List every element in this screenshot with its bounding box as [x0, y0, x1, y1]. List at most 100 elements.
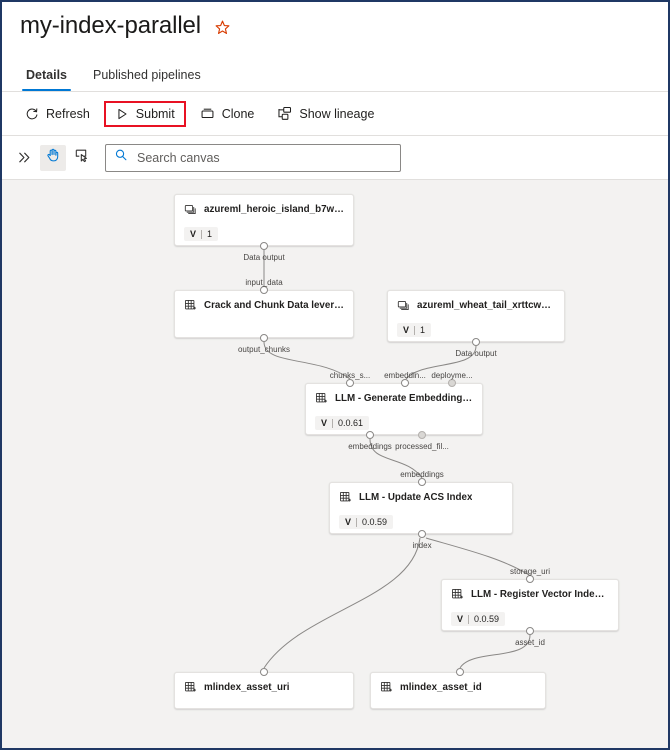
- component-icon: [380, 681, 393, 694]
- canvas-toolbar: [2, 136, 668, 180]
- node-port-label: asset_id: [515, 638, 545, 647]
- title-bar: my-index-parallel: [2, 2, 668, 50]
- version-glyph: V: [190, 229, 197, 239]
- page-title: my-index-parallel: [20, 12, 202, 39]
- graph-node-header: mlindex_asset_uri: [184, 681, 344, 694]
- edge: [425, 537, 530, 576]
- node-port[interactable]: [526, 575, 534, 583]
- refresh-label: Refresh: [46, 106, 90, 121]
- clone-icon: [200, 106, 215, 121]
- graph-node-header: Crack and Chunk Data leveraging Azure ..…: [184, 299, 344, 312]
- version-value: 0.0.61: [338, 418, 364, 428]
- search-canvas-box[interactable]: [105, 143, 401, 172]
- search-icon: [114, 148, 128, 167]
- version-separator: [356, 517, 358, 527]
- version-badge: V 0.0.61: [315, 416, 370, 430]
- show-lineage-button[interactable]: Show lineage: [268, 100, 383, 127]
- graph-node[interactable]: mlindex_asset_uri: [174, 672, 354, 709]
- select-tool-button[interactable]: [69, 145, 95, 171]
- version-badge: V 0.0.59: [451, 612, 506, 626]
- dataset-icon: [397, 299, 410, 312]
- search-input[interactable]: [135, 149, 392, 166]
- refresh-button[interactable]: Refresh: [16, 101, 99, 127]
- edge: [369, 438, 423, 479]
- component-icon: [451, 588, 464, 601]
- version-separator: [414, 325, 416, 335]
- node-port[interactable]: [526, 627, 534, 635]
- graph-node-header: LLM - Update ACS Index: [339, 491, 503, 504]
- node-port[interactable]: [456, 668, 464, 676]
- graph-node-header: mlindex_asset_id: [380, 681, 536, 694]
- submit-button[interactable]: Submit: [103, 100, 186, 127]
- graph-node-title: Crack and Chunk Data leveraging Azure ..…: [204, 300, 344, 311]
- version-badge: V1: [184, 227, 219, 241]
- graph-node[interactable]: LLM - Generate Embeddings Parallel V 0.0.6…: [305, 383, 483, 435]
- version-separator: [468, 614, 470, 624]
- clone-button[interactable]: Clone: [191, 100, 264, 127]
- graph-node[interactable]: azureml_wheat_tail_xrttcwb513_input_da..…: [387, 290, 565, 342]
- graph-node[interactable]: Crack and Chunk Data leveraging Azure ..…: [174, 290, 354, 338]
- node-port[interactable]: [260, 242, 268, 250]
- hand-icon: [45, 147, 61, 168]
- node-port[interactable]: [401, 379, 409, 387]
- graph-node[interactable]: LLM - Register Vector Index Asset V 0.0.59: [441, 579, 619, 631]
- graph-node-title: LLM - Generate Embeddings Parallel: [335, 393, 473, 404]
- graph-node-header: LLM - Generate Embeddings Parallel: [315, 392, 473, 405]
- version-glyph: V: [321, 418, 328, 428]
- chevron-double-right-icon[interactable]: [12, 146, 36, 170]
- node-port[interactable]: [418, 478, 426, 486]
- edge: [459, 634, 531, 669]
- command-bar: Refresh Submit Clone Show lineage: [2, 92, 668, 136]
- version-glyph: V: [403, 325, 410, 335]
- version-glyph: V: [345, 517, 352, 527]
- version-separator: [332, 418, 334, 428]
- graph-node[interactable]: LLM - Update ACS Index V 0.0.59: [329, 482, 513, 534]
- version-value: 0.0.59: [362, 517, 388, 527]
- node-port[interactable]: [366, 431, 374, 439]
- node-port-label: embeddings: [348, 442, 392, 451]
- graph-node-title: azureml_heroic_island_b7wfcm1hs7_inpu...: [204, 204, 344, 215]
- version-separator: [201, 229, 203, 239]
- dataset-icon: [184, 203, 197, 216]
- component-icon: [339, 491, 352, 504]
- edge: [263, 341, 351, 380]
- pipeline-details-page: my-index-parallel Details Published pipe…: [0, 0, 670, 750]
- tab-bar: Details Published pipelines: [2, 50, 668, 92]
- lineage-icon: [277, 106, 292, 121]
- graph-node-header: azureml_wheat_tail_xrttcwb513_input_da..…: [397, 299, 555, 312]
- node-port[interactable]: [260, 668, 268, 676]
- node-port[interactable]: [260, 334, 268, 342]
- graph-node[interactable]: azureml_heroic_island_b7wfcm1hs7_inpu...…: [174, 194, 354, 246]
- graph-node-title: LLM - Update ACS Index: [359, 492, 473, 503]
- version-badge: V 0.0.59: [339, 515, 394, 529]
- pipeline-canvas[interactable]: azureml_heroic_island_b7wfcm1hs7_inpu...…: [2, 180, 668, 748]
- graph-node-header: LLM - Register Vector Index Asset: [451, 588, 609, 601]
- edge-layer: [263, 250, 531, 669]
- version-value: 0.0.59: [474, 614, 500, 624]
- node-port-label: output_chunks: [237, 345, 291, 354]
- node-port[interactable]: [472, 338, 480, 346]
- node-port[interactable]: [346, 379, 354, 387]
- play-icon: [115, 107, 129, 121]
- version-value: 1: [207, 229, 213, 239]
- component-icon: [315, 392, 328, 405]
- tab-details[interactable]: Details: [18, 68, 75, 91]
- graph-node-title: mlindex_asset_uri: [204, 682, 290, 693]
- node-port[interactable]: [418, 530, 426, 538]
- tab-published-pipelines[interactable]: Published pipelines: [85, 68, 209, 91]
- graph-node[interactable]: mlindex_asset_id: [370, 672, 546, 709]
- star-icon[interactable]: [214, 19, 231, 36]
- node-port[interactable]: [448, 379, 456, 387]
- edge: [263, 537, 421, 669]
- clone-label: Clone: [221, 106, 255, 121]
- node-port-label: Data output: [455, 349, 497, 358]
- version-glyph: V: [457, 614, 464, 624]
- component-icon: [184, 681, 197, 694]
- version-value: 1: [420, 325, 426, 335]
- node-port[interactable]: [418, 431, 426, 439]
- node-port[interactable]: [260, 286, 268, 294]
- pan-tool-button[interactable]: [40, 144, 66, 171]
- graph-node-header: azureml_heroic_island_b7wfcm1hs7_inpu...: [184, 203, 344, 216]
- submit-label: Submit: [135, 106, 175, 121]
- graph-node-title: mlindex_asset_id: [400, 682, 482, 693]
